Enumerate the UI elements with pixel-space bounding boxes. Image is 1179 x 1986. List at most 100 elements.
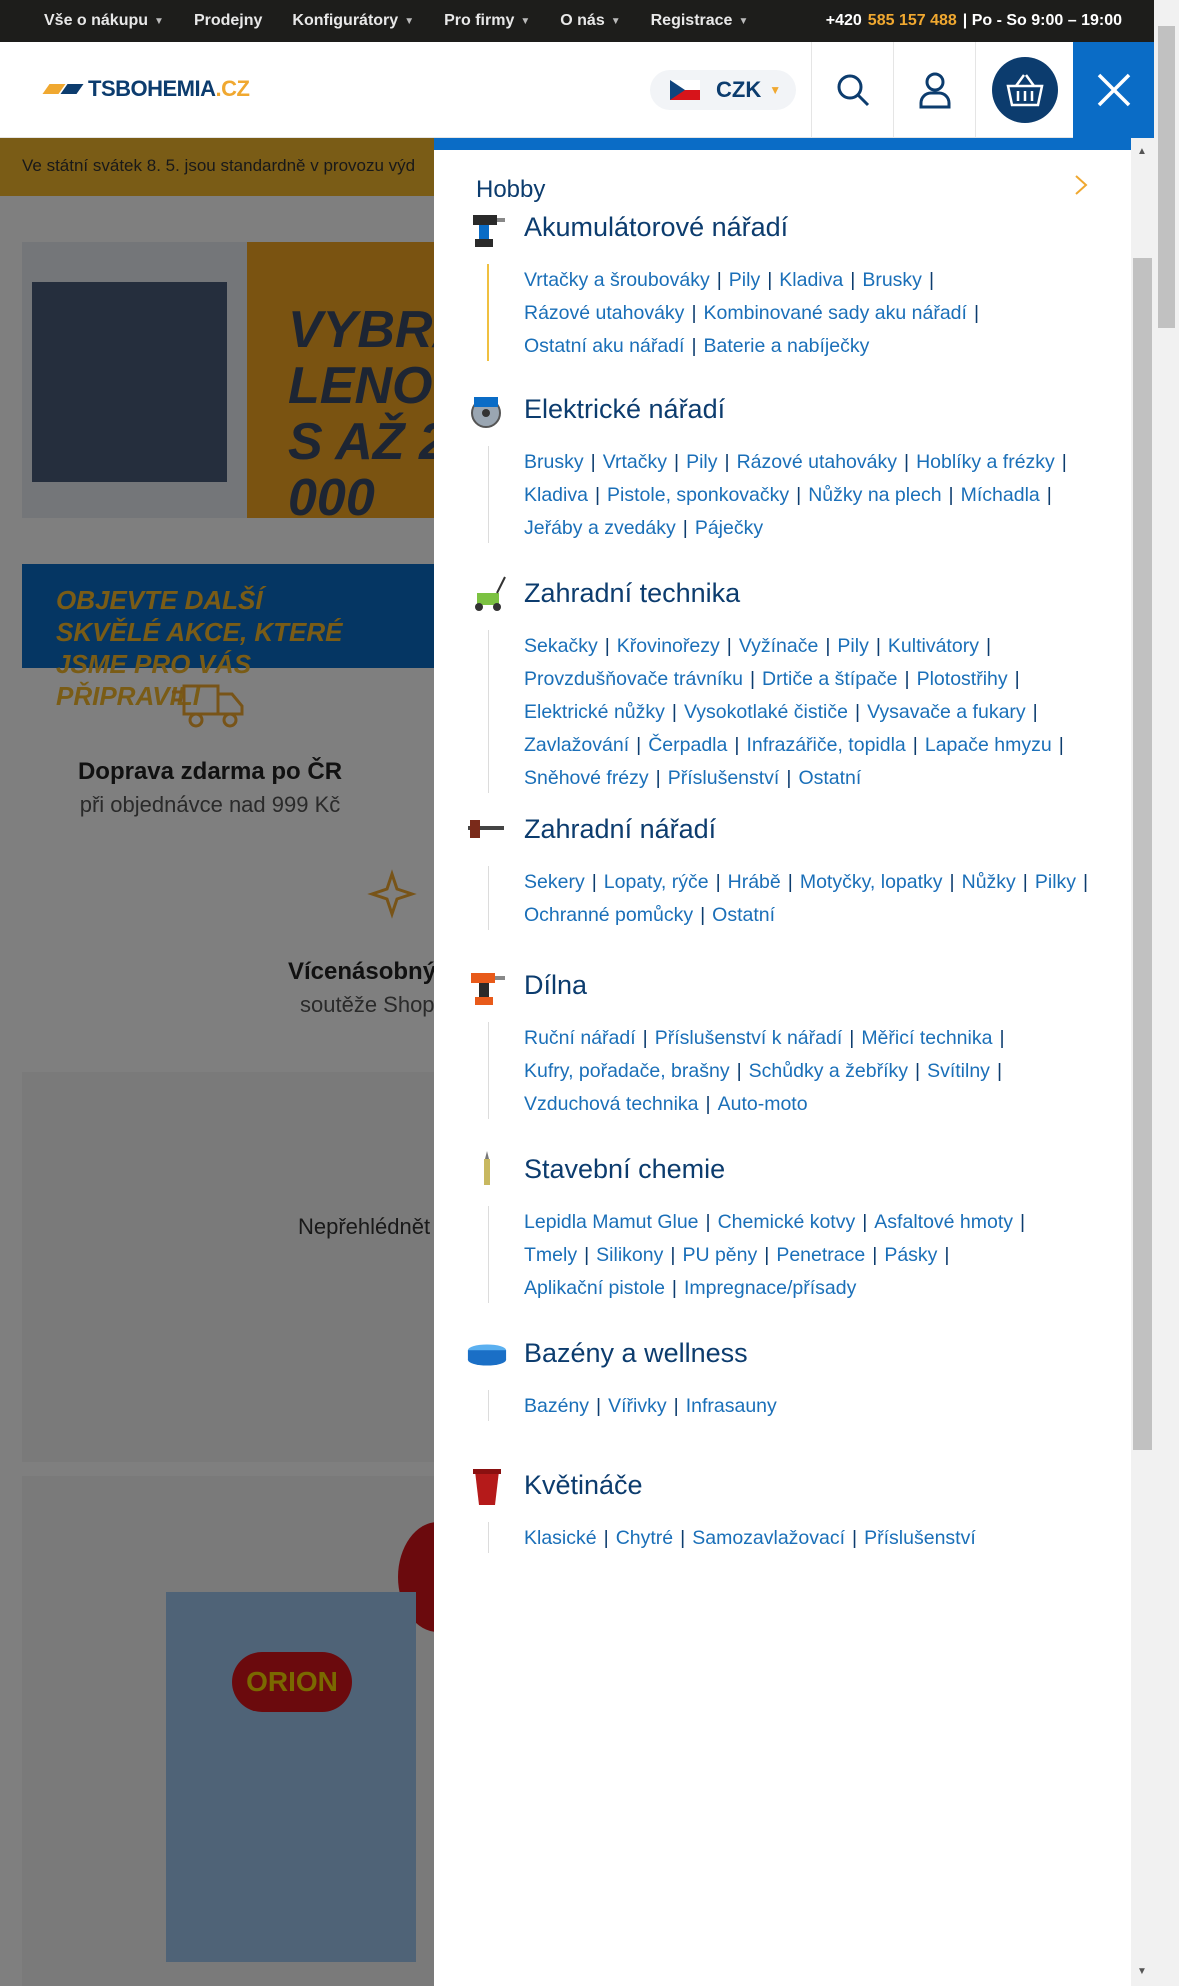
menu-link[interactable]: Vzduchová technika	[524, 1093, 699, 1115]
scroll-down-arrow-icon[interactable]: ▼	[1137, 1966, 1147, 1977]
menu-link[interactable]: Sekery	[524, 871, 585, 893]
menu-link[interactable]: Samozavlažovací	[692, 1527, 845, 1549]
menu-link[interactable]: Příslušenství	[668, 767, 780, 789]
menu-scrollbar-thumb[interactable]	[1133, 258, 1152, 1450]
account-button[interactable]	[893, 42, 975, 138]
menu-link[interactable]: Pilky	[1035, 871, 1076, 893]
menu-section-title[interactable]: Zahradní nářadí	[524, 814, 716, 845]
link-separator: |	[787, 871, 793, 893]
menu-link[interactable]: Tmely	[524, 1244, 577, 1266]
menu-link[interactable]: Bazény	[524, 1395, 589, 1417]
menu-link[interactable]: Elektrické nůžky	[524, 701, 665, 723]
close-menu-button[interactable]	[1073, 42, 1154, 138]
menu-link[interactable]: Infrasauny	[686, 1395, 777, 1417]
menu-link[interactable]: Vířivky	[608, 1395, 667, 1417]
scroll-up-arrow-icon[interactable]: ▲	[1137, 146, 1147, 157]
menu-section-title[interactable]: Bazény a wellness	[524, 1338, 748, 1369]
menu-link[interactable]: Zavlažování	[524, 734, 629, 756]
menu-parent-link[interactable]: Hobby	[476, 176, 545, 204]
menu-link[interactable]: Infrazářiče, topidla	[746, 734, 905, 756]
menu-link[interactable]: Lapače hmyzu	[925, 734, 1052, 756]
menu-link[interactable]: Chemické kotvy	[718, 1211, 856, 1233]
menu-link[interactable]: Pásky	[884, 1244, 937, 1266]
menu-link[interactable]: Impregnace/přísady	[684, 1277, 856, 1299]
top-nav-item[interactable]: Pro firmy ▼	[444, 12, 530, 30]
menu-link[interactable]: Vysokotlaké čističe	[684, 701, 848, 723]
menu-link[interactable]: Vrtačky a šroubováky	[524, 269, 710, 291]
close-icon	[1097, 73, 1130, 107]
logo[interactable]: TSBOHEMIA .CZ	[44, 76, 250, 102]
top-nav-item[interactable]: Vše o nákupu ▼	[44, 12, 164, 30]
menu-link[interactable]: Lepidla Mamut Glue	[524, 1211, 699, 1233]
menu-link[interactable]: Měřicí technika	[861, 1027, 992, 1049]
menu-section-title[interactable]: Dílna	[524, 970, 587, 1001]
menu-link[interactable]: Brusky	[524, 451, 584, 473]
menu-link[interactable]: Plotostřihy	[917, 668, 1008, 690]
cordless-drill-icon	[466, 208, 508, 250]
menu-link[interactable]: Pistole, sponkovačky	[607, 484, 789, 506]
menu-link[interactable]: Hoblíky a frézky	[916, 451, 1055, 473]
menu-link[interactable]: Ostatní	[798, 767, 861, 789]
currency-selector[interactable]: CZK ▼	[650, 70, 796, 110]
menu-link[interactable]: Ruční nářadí	[524, 1027, 636, 1049]
menu-link[interactable]: Motyčky, lopatky	[800, 871, 943, 893]
menu-link[interactable]: Baterie a nabíječky	[704, 335, 870, 357]
menu-link[interactable]: Svítilny	[927, 1060, 990, 1082]
cart-button[interactable]	[975, 42, 1073, 138]
menu-link[interactable]: Kladiva	[779, 269, 843, 291]
phone-number[interactable]: 585 157 488	[868, 12, 957, 30]
menu-link[interactable]: Kombinované sady aku nářadí	[704, 302, 967, 324]
menu-link[interactable]: Ostatní	[712, 904, 775, 926]
search-button[interactable]	[811, 42, 893, 138]
menu-link[interactable]: Nůžky	[962, 871, 1016, 893]
menu-link[interactable]: Pily	[686, 451, 717, 473]
menu-link[interactable]: Vyžínače	[739, 635, 819, 657]
menu-link[interactable]: Penetrace	[776, 1244, 865, 1266]
menu-link[interactable]: Míchadla	[961, 484, 1040, 506]
menu-link[interactable]: PU pěny	[682, 1244, 757, 1266]
menu-link[interactable]: Sekačky	[524, 635, 598, 657]
menu-link[interactable]: Vysavače a fukary	[867, 701, 1026, 723]
menu-link[interactable]: Rázové utahováky	[524, 302, 684, 324]
menu-link[interactable]: Brusky	[862, 269, 922, 291]
menu-link[interactable]: Aplikační pistole	[524, 1277, 665, 1299]
menu-link[interactable]: Silikony	[596, 1244, 663, 1266]
menu-link[interactable]: Jeřáby a zvedáky	[524, 517, 676, 539]
menu-link[interactable]: Kladiva	[524, 484, 588, 506]
menu-link[interactable]: Křovinořezy	[617, 635, 720, 657]
menu-link[interactable]: Auto-moto	[718, 1093, 808, 1115]
menu-link[interactable]: Rázové utahováky	[737, 451, 897, 473]
menu-link[interactable]: Kufry, pořadače, brašny	[524, 1060, 730, 1082]
menu-link[interactable]: Kultivátory	[888, 635, 979, 657]
menu-section-title[interactable]: Akumulátorové nářadí	[524, 212, 788, 243]
menu-section-title[interactable]: Zahradní technika	[524, 578, 740, 609]
menu-link[interactable]: Asfaltové hmoty	[874, 1211, 1013, 1233]
menu-link[interactable]: Pily	[837, 635, 868, 657]
menu-link[interactable]: Chytré	[616, 1527, 673, 1549]
menu-link[interactable]: Ochranné pomůcky	[524, 904, 693, 926]
menu-section-title[interactable]: Elektrické nářadí	[524, 394, 725, 425]
menu-link[interactable]: Páječky	[695, 517, 763, 539]
page-scrollbar-thumb[interactable]	[1158, 26, 1175, 328]
menu-link[interactable]: Nůžky na plech	[808, 484, 941, 506]
menu-link[interactable]: Pily	[729, 269, 760, 291]
top-nav-item[interactable]: Registrace ▼	[651, 12, 749, 30]
menu-link[interactable]: Vrtačky	[603, 451, 667, 473]
menu-link[interactable]: Klasické	[524, 1527, 597, 1549]
menu-link[interactable]: Hrábě	[728, 871, 781, 893]
menu-link[interactable]: Ostatní aku nářadí	[524, 335, 684, 357]
menu-link[interactable]: Příslušenství	[864, 1527, 976, 1549]
menu-link[interactable]: Schůdky a žebříky	[749, 1060, 908, 1082]
menu-link[interactable]: Příslušenství k nářadí	[655, 1027, 843, 1049]
menu-link[interactable]: Čerpadla	[648, 734, 727, 756]
menu-section-title[interactable]: Stavební chemie	[524, 1154, 725, 1185]
top-nav-item[interactable]: O nás ▼	[560, 12, 620, 30]
menu-link[interactable]: Lopaty, rýče	[604, 871, 709, 893]
top-nav-item[interactable]: Prodejny	[194, 12, 262, 30]
top-nav-item[interactable]: Konfigurátory ▼	[292, 12, 414, 30]
menu-link[interactable]: Provzdušňovače trávníku	[524, 668, 743, 690]
menu-link[interactable]: Drtiče a štípače	[762, 668, 897, 690]
menu-section-title[interactable]: Květináče	[524, 1470, 643, 1501]
chevron-right-icon[interactable]	[1074, 174, 1088, 202]
menu-link[interactable]: Sněhové frézy	[524, 767, 649, 789]
